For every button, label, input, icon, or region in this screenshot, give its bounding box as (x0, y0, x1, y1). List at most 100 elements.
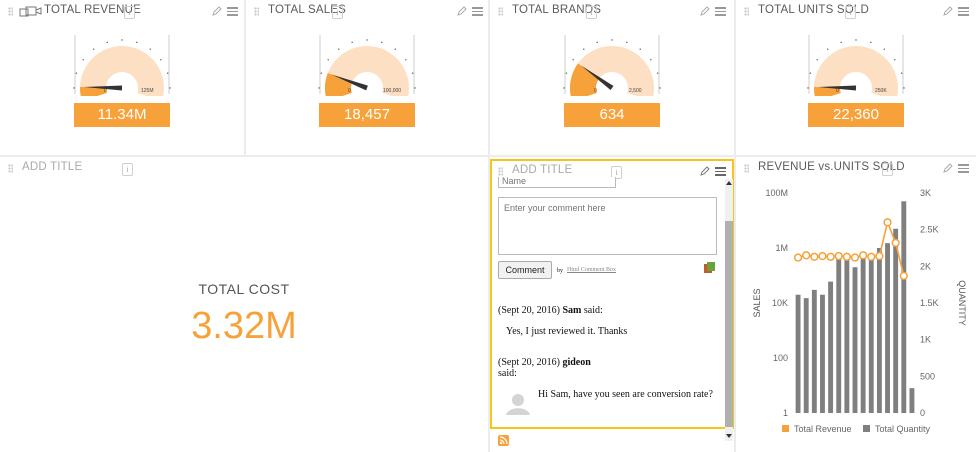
menu-icon[interactable] (958, 7, 969, 16)
y-tick-label: 100 (773, 353, 788, 363)
bar (852, 267, 858, 413)
edit-pencil-icon[interactable] (211, 5, 222, 17)
drag-handle[interactable] (498, 7, 503, 16)
gauge-min-label: 0 (104, 88, 107, 94)
feed-icon[interactable] (704, 262, 716, 274)
drag-handle[interactable] (8, 7, 13, 16)
gauge-max-label: 125M (141, 88, 154, 94)
gauge-tick (827, 48, 829, 50)
edit-pencil-icon[interactable] (456, 5, 467, 17)
drag-handle[interactable] (498, 167, 503, 176)
name-input[interactable] (498, 177, 616, 188)
gauge-tick (169, 87, 171, 89)
line-point (834, 251, 843, 261)
bar (885, 243, 890, 413)
drag-handle[interactable] (8, 164, 13, 173)
gauge-tick (656, 72, 659, 74)
comment-item: (Sept 20, 2016) Sam said: Yes, I just re… (498, 305, 720, 337)
gauge-tick (381, 41, 383, 44)
by-label: by (557, 268, 563, 274)
drag-handle[interactable] (254, 7, 259, 16)
gauge-tick (411, 72, 414, 74)
edit-pencil-icon[interactable] (699, 165, 710, 177)
bar (893, 228, 899, 413)
info-icon[interactable]: i (122, 163, 133, 176)
y2-tick-label: 2.5K (920, 225, 939, 235)
scroll-thumb[interactable] (725, 221, 733, 427)
line-point (810, 252, 819, 261)
bar (803, 298, 809, 413)
gauge-max-label: 250K (875, 88, 887, 94)
y2-tick-label: 1.5K (920, 298, 939, 308)
gauge (73, 35, 171, 96)
gauge-tick (136, 41, 138, 44)
info-icon[interactable]: i (845, 6, 856, 19)
edit-pencil-icon[interactable] (699, 5, 710, 17)
info-icon[interactable]: i (332, 6, 343, 19)
bar (820, 294, 825, 413)
rss-icon[interactable] (498, 435, 509, 446)
gauge-tick (900, 72, 903, 74)
gauge-tick (650, 59, 652, 61)
line-point (891, 238, 900, 248)
total-cost-panel: ADD TITLE i TOTAL COST 3.32M (0, 157, 488, 452)
gauge (807, 35, 905, 96)
comment-button[interactable]: Comment (498, 261, 552, 279)
comment-date: (Sept 20, 2016) (498, 357, 560, 368)
comment-scroll-area[interactable]: Comment by Html Comment Box (Sept 20, 20… (492, 177, 725, 425)
y-axis-title: SALES (752, 288, 762, 317)
edit-pencil-icon[interactable] (942, 5, 953, 17)
gauge-tick (160, 59, 162, 61)
gauge-tick (855, 39, 857, 41)
legend-label-quantity: Total Quantity (875, 424, 931, 434)
gauge-tick (809, 72, 812, 74)
bar (811, 289, 817, 413)
menu-icon[interactable] (227, 7, 238, 16)
kpi-panel-revenue: TOTAL REVENUE i 0 125M 11.34M (0, 0, 244, 155)
panel-title[interactable]: ADD TITLE (22, 161, 82, 173)
bar (836, 256, 842, 413)
line-point (883, 218, 892, 227)
kpi-value: 22,360 (808, 103, 904, 127)
comment-text: Hi Sam, have you seen are conversion rat… (538, 389, 713, 400)
y-tick-label: 100M (765, 188, 788, 198)
bar (844, 256, 850, 413)
gauge-tick (394, 48, 396, 50)
panel-header: TOTAL UNITS SOLD i (736, 0, 976, 22)
kpi-panel-units: TOTAL UNITS SOLD i 0 250K 22,360 (736, 0, 976, 155)
y2-tick-label: 0 (920, 408, 925, 418)
y2-tick-label: 500 (920, 371, 935, 381)
menu-icon[interactable] (715, 7, 726, 16)
drag-handle[interactable] (744, 7, 749, 16)
gauge-tick (816, 59, 818, 61)
gauge (563, 35, 661, 96)
y2-tick-label: 3K (920, 188, 931, 198)
gauge-min-label: 0 (836, 88, 839, 94)
scroll-down-arrow[interactable] (726, 434, 732, 438)
gauge-tick (894, 59, 896, 61)
gauge-tick (320, 72, 323, 74)
scrollbar[interactable] (725, 179, 733, 441)
gauge (318, 35, 416, 96)
menu-icon[interactable] (715, 167, 726, 176)
comment-textarea[interactable] (498, 197, 717, 255)
line-point (793, 253, 803, 262)
y2-axis-title: QUANTITY (957, 280, 967, 326)
panel-header: TOTAL BRANDS i (490, 0, 734, 22)
menu-icon[interactable] (472, 7, 483, 16)
gauge-tick (405, 59, 407, 61)
kpi-panel-sales: TOTAL SALES i 0 100,000 18,457 (246, 0, 488, 155)
info-icon[interactable]: i (124, 6, 135, 19)
line-point (875, 251, 884, 261)
kpi-value: 18,457 (319, 103, 415, 127)
gauge-tick (565, 72, 568, 74)
combo-chart: 100M 1M 10K 100 1 3K 2.5K 2K 1.5K 1K 500 0 SALES QUAN… (752, 188, 967, 434)
powered-by-link[interactable]: Html Comment Box (567, 267, 616, 273)
comment-panel: ADD TITLE i Comment by Html Comment Box … (490, 157, 734, 452)
info-icon[interactable]: i (586, 6, 597, 19)
combo-chart-panel: REVENUE vs.UNITS SOLD i 100M 1M 10K 100 1 3K 2… (736, 157, 976, 452)
gauge-tick (870, 41, 872, 44)
bar (909, 388, 915, 413)
scroll-up-arrow[interactable] (726, 181, 732, 185)
panel-title[interactable]: ADD TITLE (512, 164, 572, 176)
